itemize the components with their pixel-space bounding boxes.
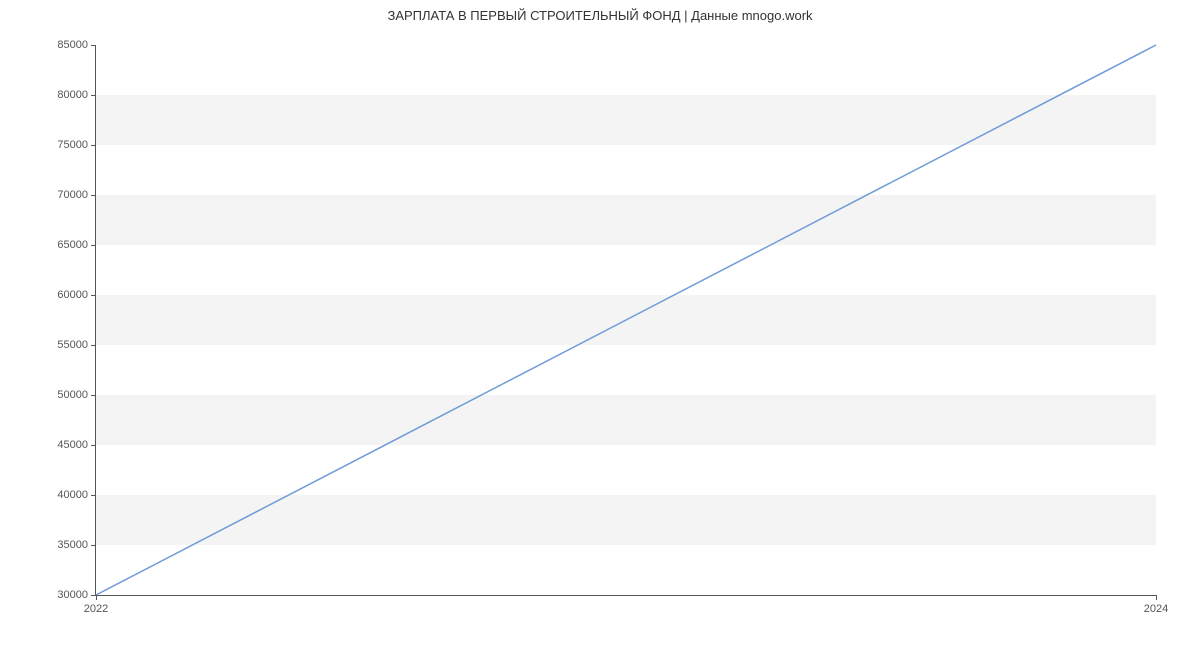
y-tick-label: 85000 bbox=[57, 39, 96, 51]
y-tick-label: 65000 bbox=[57, 239, 96, 251]
y-tick-label: 45000 bbox=[57, 439, 96, 451]
x-tick-label: 2024 bbox=[1144, 595, 1168, 615]
y-tick-label: 55000 bbox=[57, 339, 96, 351]
y-tick-label: 75000 bbox=[57, 139, 96, 151]
line-series bbox=[96, 45, 1156, 595]
chart-container: ЗАРПЛАТА В ПЕРВЫЙ СТРОИТЕЛЬНЫЙ ФОНД | Да… bbox=[0, 0, 1200, 650]
y-tick-label: 80000 bbox=[57, 89, 96, 101]
chart-title: ЗАРПЛАТА В ПЕРВЫЙ СТРОИТЕЛЬНЫЙ ФОНД | Да… bbox=[0, 8, 1200, 23]
y-tick-label: 35000 bbox=[57, 539, 96, 551]
y-tick-label: 70000 bbox=[57, 189, 96, 201]
x-tick-label: 2022 bbox=[84, 595, 108, 615]
series-line bbox=[96, 45, 1156, 595]
y-tick-label: 40000 bbox=[57, 489, 96, 501]
y-tick-label: 50000 bbox=[57, 389, 96, 401]
plot-area: 3000035000400004500050000550006000065000… bbox=[95, 45, 1156, 596]
y-tick-label: 60000 bbox=[57, 289, 96, 301]
